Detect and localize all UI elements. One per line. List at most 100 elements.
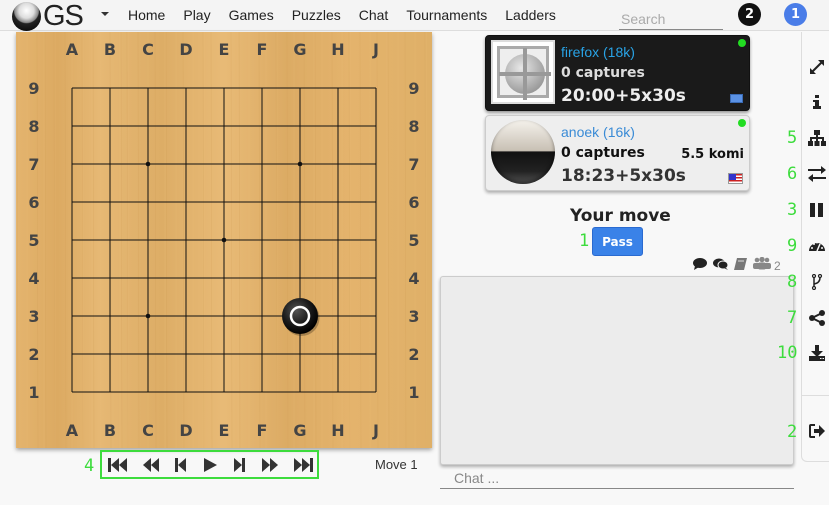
komi-label: 5.5 komi <box>681 147 744 162</box>
nav-links: Home Play Games Puzzles Chat Tournaments… <box>128 0 574 30</box>
play-button[interactable] <box>199 456 221 474</box>
us-flag-icon <box>728 173 743 184</box>
forward-10-button[interactable] <box>259 456 281 474</box>
skip-last-icon <box>294 458 313 472</box>
white-captures: 0 captures <box>561 145 645 161</box>
fullscreen-button[interactable] <box>807 57 827 77</box>
black-stone[interactable] <box>282 298 318 334</box>
swap-button[interactable] <box>807 164 827 184</box>
pause-button[interactable] <box>807 200 827 220</box>
white-player-avatar[interactable] <box>491 120 555 184</box>
column-label-bottom: A <box>66 421 79 440</box>
step-forward-icon <box>234 458 245 472</box>
wood-grain <box>404 32 407 448</box>
column-label-top: G <box>293 40 306 59</box>
black-player-card: firefox (18k) 0 captures 20:00+5x30s <box>485 35 750 111</box>
logo-stone-icon <box>12 1 41 31</box>
row-label-right: 6 <box>408 193 419 212</box>
row-label-left: 4 <box>28 269 39 288</box>
row-label-left: 6 <box>28 193 39 212</box>
column-label-bottom: H <box>331 421 344 440</box>
annotation-label: 2 <box>787 422 798 442</box>
row-label-left: 9 <box>28 79 39 98</box>
top-navbar: GS Home Play Games Puzzles Chat Tourname… <box>0 0 829 31</box>
row-label-right: 2 <box>408 345 419 364</box>
black-player-name[interactable]: firefox (18k) <box>561 44 635 60</box>
nav-play[interactable]: Play <box>183 7 210 23</box>
ogs-logo[interactable]: GS <box>12 1 84 31</box>
game-info-button[interactable] <box>807 92 827 112</box>
white-player-name[interactable]: anoek (16k) <box>561 124 635 140</box>
info-icon <box>813 95 821 109</box>
un-flag-icon <box>730 94 743 103</box>
row-label-left: 7 <box>28 155 39 174</box>
analysis-tree-button[interactable] <box>807 128 827 148</box>
column-label-top: B <box>104 40 116 59</box>
annotation-label: 10 <box>777 343 798 363</box>
chat-input[interactable] <box>440 467 794 489</box>
row-label-left: 1 <box>28 383 39 402</box>
chat-main-icon[interactable] <box>693 257 707 275</box>
nav-puzzles[interactable]: Puzzles <box>292 7 341 23</box>
annotation-label: 7 <box>787 308 798 328</box>
exchange-icon <box>808 166 826 182</box>
column-label-bottom: G <box>293 421 306 440</box>
row-label-right: 1 <box>408 383 419 402</box>
star-point <box>297 161 303 167</box>
nav-chat[interactable]: Chat <box>359 7 389 23</box>
white-player-card: anoek (16k) 0 captures 5.5 komi 18:23+5x… <box>485 115 750 191</box>
row-label-right: 7 <box>408 155 419 174</box>
online-indicator <box>738 39 746 47</box>
column-label-top: F <box>257 40 268 59</box>
game-log-icon[interactable] <box>734 257 747 275</box>
fast-backward-icon <box>143 458 159 472</box>
wood-grain <box>16 32 19 448</box>
row-label-right: 3 <box>408 307 419 326</box>
black-captures: 0 captures <box>561 65 645 81</box>
board-grid[interactable]: A A B B C C D D E E F F G G H H J J 9 9 8 8 7 7 6 6 5 5 4 4 3 3 2 2 1 1 <box>16 32 432 448</box>
leave-game-button[interactable] <box>807 421 827 441</box>
back-10-button[interactable] <box>140 456 162 474</box>
pass-button[interactable]: Pass <box>592 227 643 256</box>
go-board[interactable]: A A B B C C D D E E F F G G H H J J 9 9 8 8 7 7 6 6 5 5 4 4 3 3 2 2 1 1 <box>16 32 432 448</box>
fork-game-button[interactable] <box>807 272 827 292</box>
notification-badge[interactable]: 2 <box>738 3 761 26</box>
share-icon <box>809 310 825 326</box>
download-icon <box>809 345 825 361</box>
column-label-top: A <box>66 40 79 59</box>
annotation-label: 6 <box>787 164 798 184</box>
skip-first-icon <box>108 458 127 472</box>
nav-ladders[interactable]: Ladders <box>505 7 556 23</box>
search-input[interactable] <box>619 9 723 30</box>
last-move-button[interactable] <box>293 456 315 474</box>
chat-channel-tabs: 2 <box>693 256 781 275</box>
expand-icon <box>810 60 824 74</box>
annotation-label: 4 <box>84 456 95 476</box>
forward-1-button[interactable] <box>228 456 250 474</box>
playback-controls <box>100 450 319 479</box>
chat-comments-icon[interactable] <box>713 257 729 275</box>
column-label-top: J <box>372 40 379 59</box>
back-1-button[interactable] <box>170 456 192 474</box>
estimate-score-button[interactable] <box>807 236 827 256</box>
column-label-bottom: E <box>219 421 230 440</box>
nav-home[interactable]: Home <box>128 7 165 23</box>
chat-log[interactable] <box>440 276 794 465</box>
chevron-down-icon[interactable] <box>101 12 109 16</box>
spectators-icon[interactable] <box>753 256 771 275</box>
annotation-label: 9 <box>787 236 798 256</box>
dock-divider <box>801 395 829 396</box>
black-player-avatar[interactable] <box>491 40 555 104</box>
share-button[interactable] <box>807 308 827 328</box>
download-sgf-button[interactable] <box>807 343 827 363</box>
column-label-bottom: C <box>142 421 154 440</box>
nav-games[interactable]: Games <box>229 7 274 23</box>
annotation-label: 1 <box>579 231 590 251</box>
wood-grain <box>44 32 47 448</box>
nav-tournaments[interactable]: Tournaments <box>406 7 487 23</box>
active-games-badge[interactable]: 1 <box>784 3 807 26</box>
first-move-button[interactable] <box>106 456 128 474</box>
pause-icon <box>810 203 823 217</box>
column-label-bottom: D <box>179 421 192 440</box>
row-label-right: 8 <box>408 117 419 136</box>
